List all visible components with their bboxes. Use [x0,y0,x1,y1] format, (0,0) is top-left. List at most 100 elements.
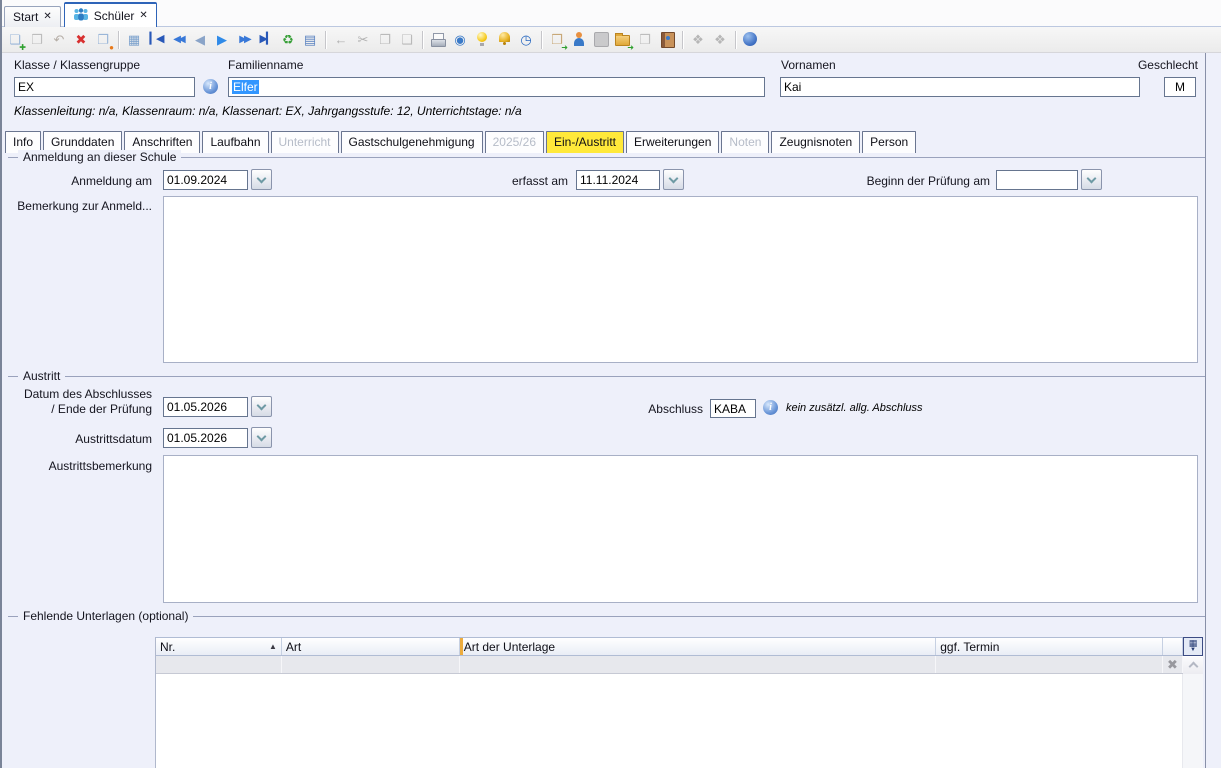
anmeldung-section-legend: Anmeldung an dieser Schule [18,150,181,164]
anmeldung-am-label: Anmeldung am [0,174,152,188]
next-record-icon[interactable]: ▶ [212,30,232,50]
tab-ein-austritt[interactable]: Ein-/Austritt [546,131,624,153]
klasse-label: Klasse / Klassengruppe [14,58,140,72]
notification-icon[interactable] [494,30,514,50]
anmeldung-am-input[interactable]: 01.09.2024 [163,170,248,190]
austritt-section-line: Austritt [8,376,1205,377]
austrittsbemerkung-textarea[interactable] [163,455,1198,603]
abschluss-datum-dropdown-button[interactable] [251,396,272,417]
remove-record-icon[interactable]: ❐● [93,30,113,50]
geschlecht-input[interactable]: M [1164,77,1196,97]
column-header-nr[interactable]: Nr.▲ [156,638,282,655]
main-toolbar: ❏✚❒↶✖❐●▦▎◀◀◀◀▶▶▶▶▎♻▤←✂❐❑◉◷❒➜➜❒❖❖ [0,27,1221,53]
familienname-value: Elfer [232,80,259,94]
first-record-icon[interactable]: ▎◀ [146,30,166,50]
austritt-section-legend: Austritt [18,369,65,383]
schueler-form: Klasse / Klassengruppe Familienname Vorn… [0,53,1221,768]
column-header-extra[interactable] [1163,638,1183,655]
window-tab-start-label: Start [13,10,38,24]
window-right-border [1205,53,1206,768]
refresh-icon[interactable]: ♻ [278,30,298,50]
paste-icon: ❑ [397,30,417,50]
copy-record-icon[interactable]: ▦ [124,30,144,50]
tab-noten: Noten [721,131,769,153]
toolbar-separator [541,31,542,49]
austrittsdatum-input[interactable]: 01.05.2026 [163,428,248,448]
abschluss-datum-input[interactable]: 01.05.2026 [163,397,248,417]
beginn-pruefung-input[interactable] [996,170,1078,190]
toolbar-separator [682,31,683,49]
filter-cell-ggf-termin[interactable] [936,656,1163,673]
print-icon[interactable] [428,30,448,50]
klasse-input[interactable]: EX [14,77,195,97]
bemerkung-anmeldung-label: Bemerkung zur Anmeld... [0,199,152,213]
abschluss-datum-label-line2: / Ende der Prüfung [0,402,152,416]
familienname-input[interactable]: Elfer [228,77,765,97]
abschluss-label: Abschluss [600,402,703,416]
anmeldung-am-dropdown-button[interactable] [251,169,272,190]
stamp-1-icon: ❖ [688,30,708,50]
preview-icon[interactable]: ◉ [450,30,470,50]
table-scrollbar-track[interactable] [1182,674,1203,768]
details-list-icon[interactable]: ▤ [300,30,320,50]
clear-filter-icon[interactable]: ✖ [1167,658,1178,671]
vornamen-input[interactable]: Kai [780,77,1140,97]
austrittsdatum-dropdown-button[interactable] [251,427,272,448]
previous-record-icon[interactable]: ◀ [190,30,210,50]
reminder-icon[interactable]: ◷ [516,30,536,50]
geschlecht-label: Geschlecht [1120,58,1198,72]
student-icon[interactable] [569,30,589,50]
column-header-art[interactable]: Art [282,638,460,655]
tab-gastschulgenehmigung[interactable]: Gastschulgenehmigung [341,131,483,153]
last-record-icon[interactable]: ▶▎ [256,30,276,50]
erfasst-am-dropdown-button[interactable] [663,169,684,190]
address-book-icon[interactable] [657,30,677,50]
unterlagen-section-line: Fehlende Unterlagen (optional) [8,616,1205,617]
close-icon[interactable]: ✕ [43,12,51,22]
filter-cell-extra[interactable]: ✖ [1163,656,1183,673]
anmeldung-section-line: Anmeldung an dieser Schule [8,157,1205,158]
beginn-pruefung-dropdown-button[interactable] [1081,169,1102,190]
column-header-label: ggf. Termin [940,640,999,654]
card-icon: ❒ [635,30,655,50]
filter-cell-nr[interactable] [156,656,282,673]
window-left-border [0,0,2,768]
class-info-line: Klassenleitung: n/a, Klassenraum: n/a, K… [14,104,522,118]
column-header-art-der-unterlage[interactable]: Art der Unterlage [460,638,937,655]
sort-asc-icon: ▲ [269,642,277,651]
delete-icon[interactable]: ✖ [71,30,91,50]
unterlagen-table-filter-row: ✖ [156,656,1183,674]
abschluss-hint: kein zusätzl. allg. Abschluss [786,402,923,414]
students-icon [73,8,89,24]
tab-zeugnisnoten[interactable]: Zeugnisnoten [771,131,860,153]
abschluss-input[interactable]: KABA [710,399,756,418]
export-icon[interactable]: ❒➜ [547,30,567,50]
column-header-ggf-termin[interactable]: ggf. Termin [936,638,1163,655]
unterlagen-table: Nr.▲ Art Art der Unterlageggf. Termin ✖ ▦ … [155,637,1203,768]
previous-fast-icon[interactable]: ◀◀ [168,30,188,50]
next-fast-icon[interactable]: ▶▶ [234,30,254,50]
window-tab-start[interactable]: Start ✕ [4,6,61,27]
table-scroll-up-button[interactable] [1183,657,1203,674]
folder-export-icon[interactable]: ➜ [613,30,633,50]
window-tab-schueler[interactable]: Schüler ✕ [64,2,157,27]
vornamen-label: Vornamen [781,58,836,72]
filter-cell-art[interactable] [282,656,460,673]
toolbar-separator [118,31,119,49]
erfasst-am-input[interactable]: 11.11.2024 [576,170,660,190]
tab-person[interactable]: Person [862,131,916,153]
tab-erweiterungen[interactable]: Erweiterungen [626,131,719,153]
column-picker-button[interactable]: ▦ ▼ [1183,637,1203,656]
new-record-icon[interactable]: ❏✚ [5,30,25,50]
filter-cell-art-der-unterlage[interactable] [460,656,937,673]
chevron-down-icon [669,174,679,184]
tb-transfer-icon [591,30,611,50]
help-icon[interactable] [741,30,761,50]
bemerkung-anmeldung-textarea[interactable] [163,196,1198,363]
tab-laufbahn[interactable]: Laufbahn [202,131,268,153]
chevron-down-icon [257,174,267,184]
column-header-label: Art [286,640,301,654]
hint-icon[interactable] [472,30,492,50]
copy-icon: ❐ [375,30,395,50]
close-icon[interactable]: ✕ [139,11,147,21]
